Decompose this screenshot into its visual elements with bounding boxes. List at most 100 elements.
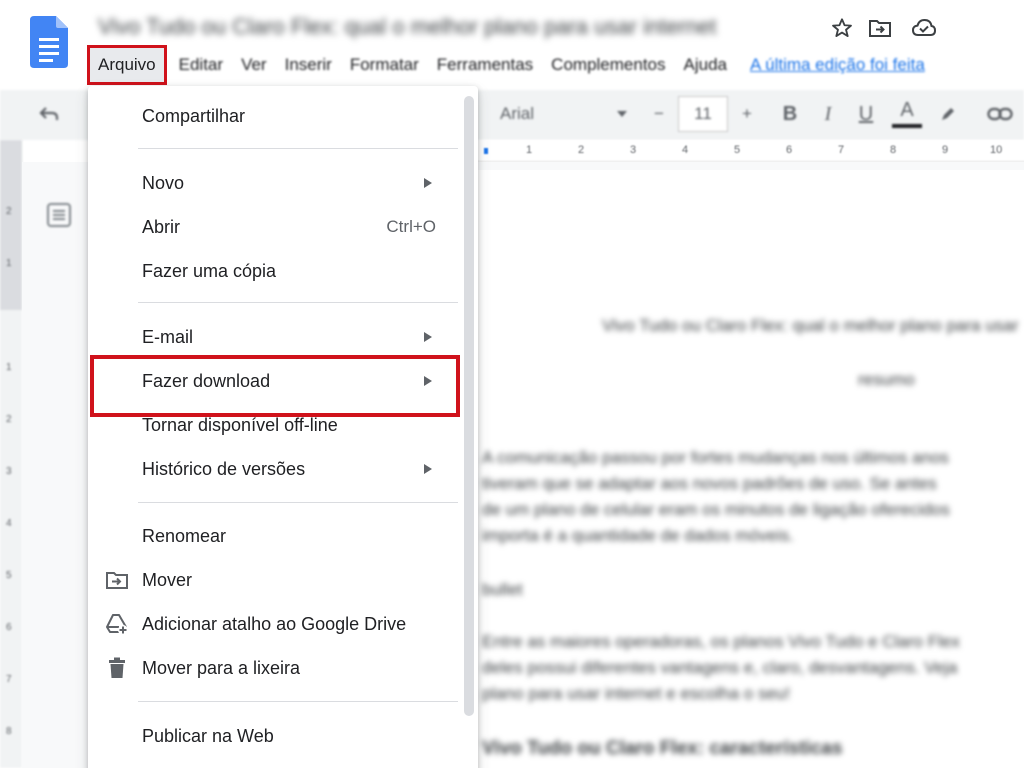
submenu-arrow-icon <box>424 178 432 188</box>
menu-editar[interactable]: Editar <box>170 48 232 82</box>
ruler-number: 5 <box>734 144 741 156</box>
horizontal-ruler[interactable]: 1 2 3 4 5 6 7 8 9 10 <box>470 140 1024 162</box>
menu-item-trash[interactable]: Mover para a lixeira <box>88 646 462 690</box>
font-family-select[interactable]: Arial <box>500 96 560 132</box>
menu-item-label: Mover para a lixeira <box>142 657 301 678</box>
doc-paragraph-line: importa é a quantidade de dados móveis. <box>482 526 794 545</box>
menu-formatar[interactable]: Formatar <box>341 48 428 82</box>
move-to-folder-icon <box>104 567 130 593</box>
download-highlight-box <box>90 355 460 417</box>
doc-bullet-line: bullet <box>482 580 523 599</box>
menu-ferramentas[interactable]: Ferramentas <box>428 48 542 82</box>
menu-item-label: Histórico de versões <box>142 458 306 479</box>
doc-paragraph-line: plano para usar internet e escolha o seu… <box>482 684 791 703</box>
doc-paragraph-line: deles possui diferentes vantagens e, cla… <box>482 658 958 677</box>
menu-bar: Arquivo Editar Ver Inserir Formatar Ferr… <box>87 45 925 85</box>
doc-title-line: Vivo Tudo ou Claro Flex: qual o melhor p… <box>602 316 1019 335</box>
ruler-number: 2 <box>578 144 585 156</box>
ruler-number: 7 <box>6 674 12 685</box>
menu-item-label: Tornar disponível off-line <box>142 414 338 435</box>
menu-ver[interactable]: Ver <box>232 48 276 82</box>
ruler-number: 6 <box>6 622 12 633</box>
cloud-status-icon[interactable] <box>910 14 938 42</box>
menu-arquivo[interactable]: Arquivo <box>87 45 167 85</box>
menu-item-make-copy[interactable]: Fazer uma cópia <box>88 249 462 293</box>
menu-item-new[interactable]: Novo <box>88 161 462 205</box>
google-docs-window: Vivo Tudo ou Claro Flex: qual o melhor p… <box>0 0 1024 768</box>
menu-item-move[interactable]: Mover <box>88 558 462 602</box>
ruler-number: 3 <box>630 144 637 156</box>
menu-divider <box>138 502 458 503</box>
menu-item-publish-web[interactable]: Publicar na Web <box>88 714 462 758</box>
font-size-input[interactable]: 11 <box>678 96 728 132</box>
ruler-number: 1 <box>6 362 12 373</box>
italic-button[interactable]: I <box>814 96 842 132</box>
drive-add-shortcut-icon <box>104 611 130 637</box>
menu-item-label: Compartilhar <box>142 105 246 126</box>
highlight-pen-icon[interactable] <box>934 96 962 132</box>
menu-item-label: Adicionar atalho ao Google Drive <box>142 613 407 634</box>
bold-button[interactable]: B <box>776 96 804 132</box>
menu-scrollbar[interactable] <box>464 96 474 716</box>
menu-item-label: Fazer uma cópia <box>142 260 277 281</box>
menu-item-label: Mover <box>142 569 193 590</box>
doc-paragraph-line: de um plano de celular eram os minutos d… <box>482 500 950 519</box>
menu-complementos[interactable]: Complementos <box>542 48 674 82</box>
ruler-number: 8 <box>6 726 12 737</box>
menu-item-label: Abrir <box>142 216 181 237</box>
font-family-dropdown-icon[interactable] <box>612 96 632 132</box>
increase-font-size-button[interactable]: + <box>732 96 762 132</box>
star-icon[interactable] <box>828 14 856 42</box>
ruler-number: 9 <box>942 144 949 156</box>
document-outline-icon[interactable] <box>46 202 72 228</box>
move-folder-icon[interactable] <box>866 14 894 42</box>
menu-item-label: E-mail <box>142 326 194 347</box>
doc-paragraph-line: tiveram que se adaptar aos novos padrões… <box>482 474 937 493</box>
ruler-number: 3 <box>6 466 12 477</box>
ruler-number: 2 <box>6 414 12 425</box>
ruler-number: 7 <box>838 144 845 156</box>
menu-item-label: Renomear <box>142 525 227 546</box>
ruler-number: 4 <box>6 518 12 529</box>
menu-item-add-shortcut-drive[interactable]: Adicionar atalho ao Google Drive <box>88 602 462 646</box>
undo-icon[interactable] <box>34 96 64 132</box>
menu-item-shortcut: Ctrl+O <box>386 217 436 236</box>
doc-heading: Vivo Tudo ou Claro Flex: características <box>482 738 843 759</box>
decrease-font-size-button[interactable]: − <box>644 96 674 132</box>
document-page[interactable]: Vivo Tudo ou Claro Flex: qual o melhor p… <box>470 170 1024 768</box>
ruler-number: 5 <box>6 570 12 581</box>
doc-paragraph-line: Entre as maiores operadoras, os planos V… <box>482 632 960 651</box>
submenu-arrow-icon <box>424 464 432 474</box>
file-menu-dropdown: Compartilhar Novo Abrir Ctrl+O Fazer uma… <box>88 86 478 768</box>
ruler-number: 10 <box>990 144 1003 156</box>
menu-divider <box>138 701 458 702</box>
menu-divider <box>138 302 458 303</box>
menu-item-label: Publicar na Web <box>142 725 274 746</box>
document-title[interactable]: Vivo Tudo ou Claro Flex: qual o melhor p… <box>98 14 716 40</box>
menu-divider <box>138 148 458 149</box>
trash-icon <box>104 655 130 681</box>
ruler-number: 1 <box>6 258 12 269</box>
menu-ajuda[interactable]: Ajuda <box>675 48 736 82</box>
menu-item-open[interactable]: Abrir Ctrl+O <box>88 205 462 249</box>
ruler-number: 1 <box>526 144 533 156</box>
ruler-number: 6 <box>786 144 793 156</box>
ruler-number: 4 <box>682 144 689 156</box>
last-edit-link[interactable]: A última edição foi feita <box>750 55 925 75</box>
ruler-number: 8 <box>890 144 897 156</box>
doc-paragraph-line: A comunicação passou por fortes mudanças… <box>482 448 949 467</box>
google-docs-logo-icon[interactable] <box>30 16 68 68</box>
ruler-number: 2 <box>6 206 12 217</box>
submenu-arrow-icon <box>424 332 432 342</box>
menu-item-version-history[interactable]: Histórico de versões <box>88 447 462 491</box>
menu-item-rename[interactable]: Renomear <box>88 514 462 558</box>
doc-subtitle: resumo <box>858 370 915 389</box>
menu-item-email[interactable]: E-mail <box>88 315 462 359</box>
underline-button[interactable]: U <box>852 96 880 132</box>
menu-item-share[interactable]: Compartilhar <box>88 94 462 138</box>
menu-inserir[interactable]: Inserir <box>276 48 341 82</box>
insert-link-icon[interactable] <box>984 96 1016 132</box>
vertical-ruler[interactable]: 2 1 1 2 3 4 5 6 7 8 <box>0 140 22 768</box>
menu-item-label: Novo <box>142 172 185 193</box>
text-color-button[interactable]: A <box>892 96 922 128</box>
